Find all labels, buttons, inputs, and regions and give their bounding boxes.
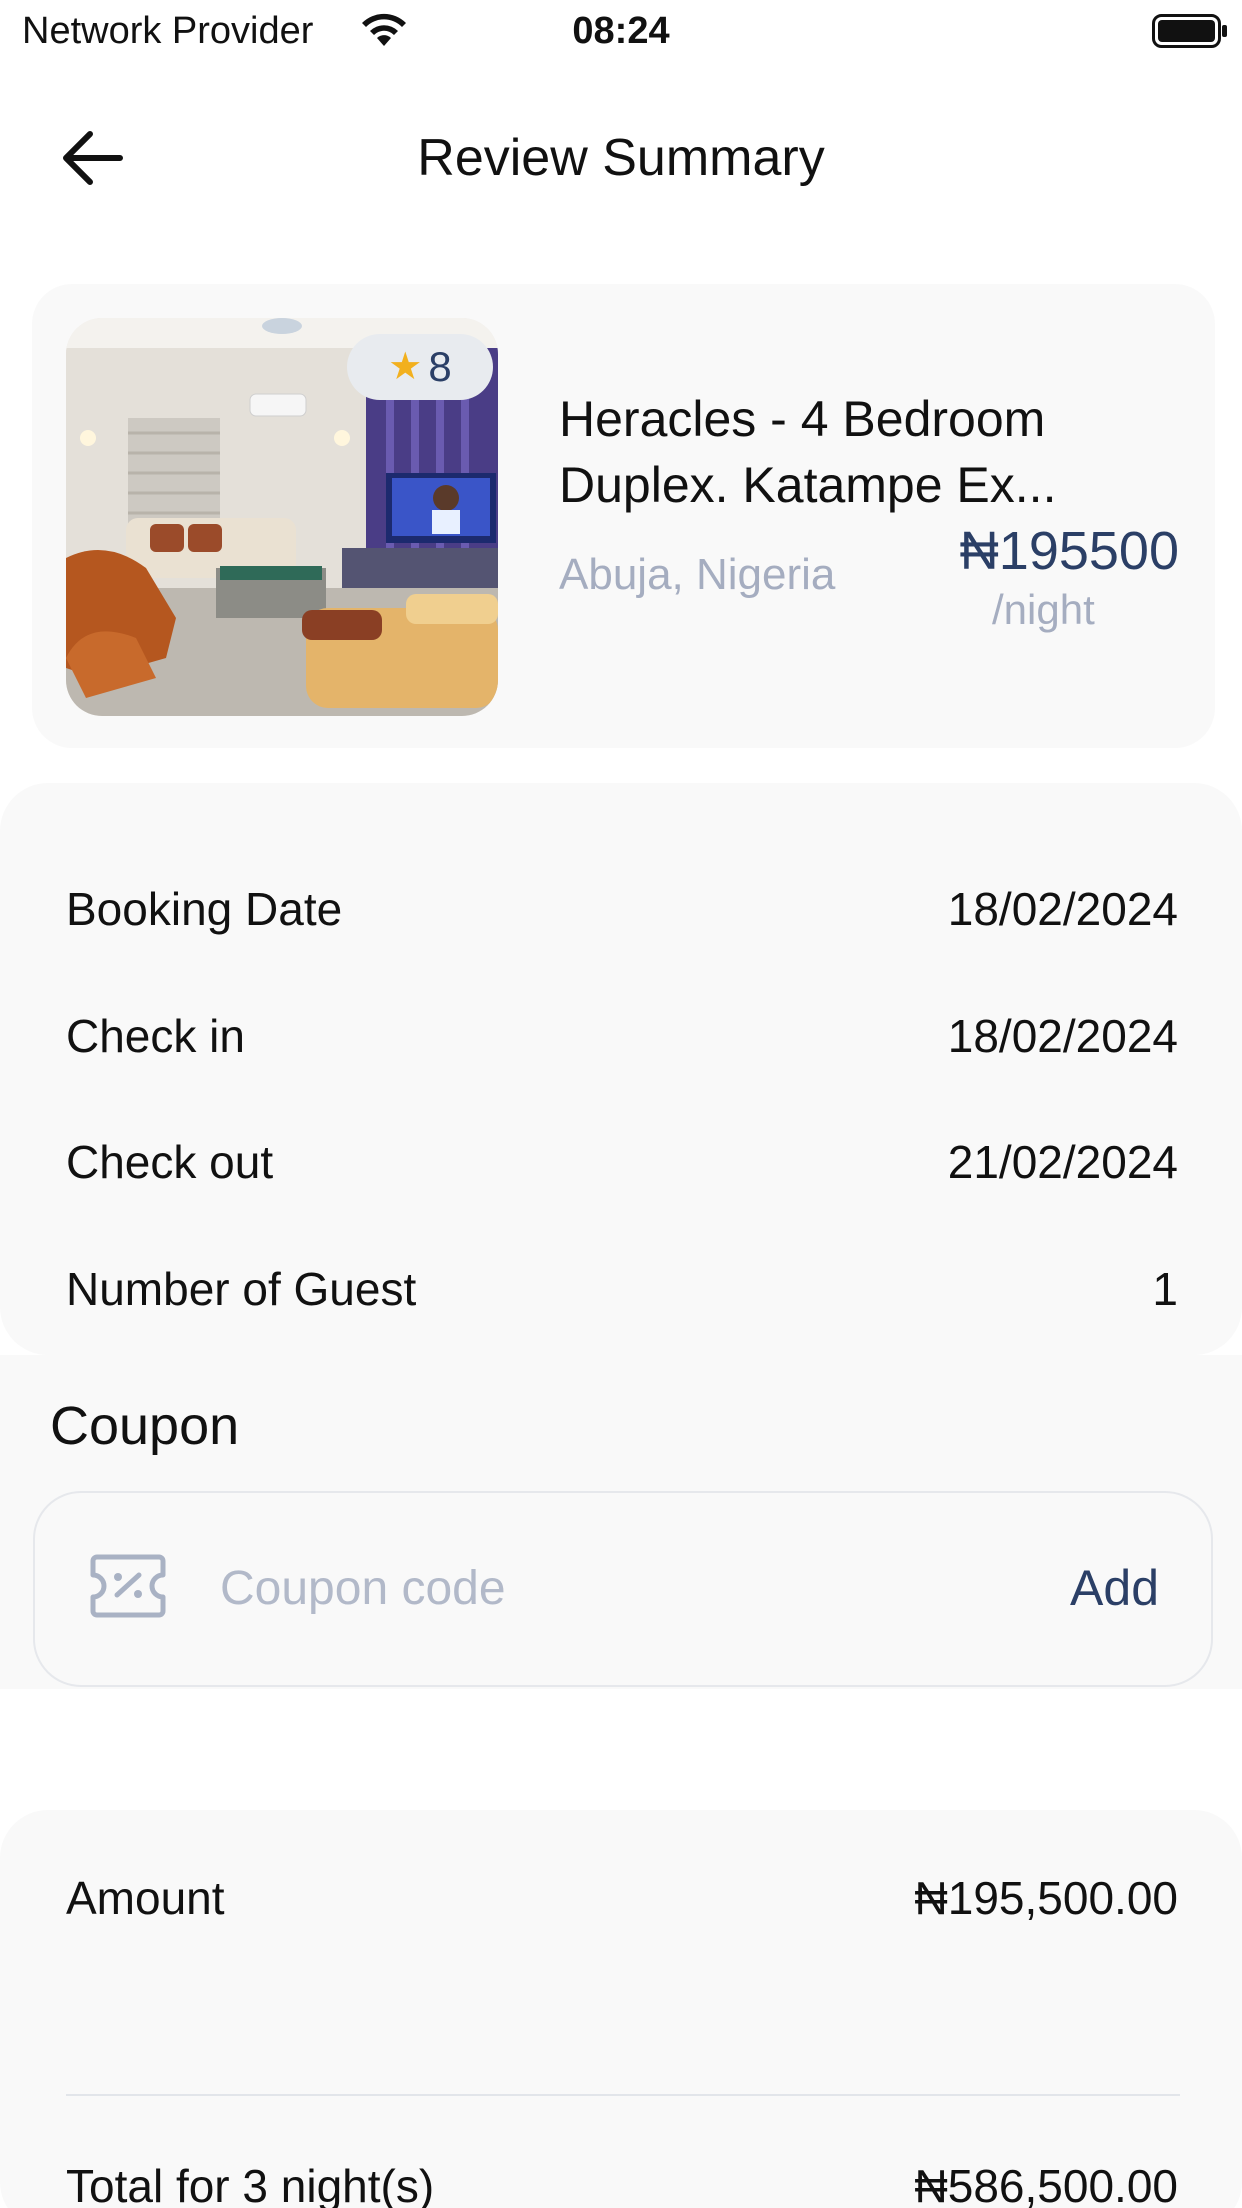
detail-value: 21/02/2024 — [947, 1136, 1178, 1188]
listing-photo: ★ 8 — [66, 318, 498, 716]
booking-details-card: Booking Date 18/02/2024 Check in 18/02/2… — [0, 783, 1242, 1355]
listing-price: ₦195500 — [959, 521, 1179, 581]
rating-badge: ★ 8 — [347, 334, 493, 400]
page-title: Review Summary — [417, 129, 825, 187]
listing-location: Abuja, Nigeria — [559, 550, 836, 599]
total-row: Total for 3 night(s) ₦586,500.00 — [66, 2154, 1178, 2208]
price-summary-card: Amount ₦195,500.00 Total for 3 night(s) … — [0, 1810, 1242, 2208]
coupon-ticket-icon — [90, 1554, 166, 1618]
status-bar: Network Provider 08:24 — [0, 0, 1242, 64]
summary-divider — [66, 2094, 1180, 2096]
listing-card[interactable]: ★ 8 Heracles - 4 Bedroom Duplex. Katampe… — [32, 284, 1215, 748]
star-icon: ★ — [388, 346, 423, 388]
coupon-field[interactable]: Add — [33, 1491, 1213, 1687]
add-coupon-button[interactable]: Add — [1070, 1559, 1159, 1617]
amount-row: Amount ₦195,500.00 — [66, 1866, 1178, 1930]
amount-label: Amount — [66, 1872, 225, 1924]
battery-icon — [1152, 14, 1227, 48]
detail-value: 18/02/2024 — [947, 1010, 1178, 1062]
status-time: 08:24 — [572, 10, 670, 52]
coupon-section: Coupon Add — [0, 1355, 1242, 1689]
total-label: Total for 3 night(s) — [66, 2160, 435, 2208]
listing-title: Heracles - 4 Bedroom Duplex. Katampe Ex.… — [559, 391, 1057, 513]
amount-value: ₦195,500.00 — [914, 1872, 1178, 1924]
detail-label: Check in — [66, 1010, 245, 1062]
price-unit: /night — [992, 586, 1095, 633]
booking-date-row: Booking Date 18/02/2024 — [66, 879, 1178, 939]
guest-count-row: Number of Guest 1 — [66, 1259, 1178, 1319]
detail-value: 1 — [1152, 1263, 1178, 1315]
check-in-row: Check in 18/02/2024 — [66, 1006, 1178, 1066]
detail-label: Booking Date — [66, 883, 343, 935]
coupon-heading: Coupon — [50, 1396, 240, 1456]
coupon-input[interactable] — [220, 1551, 840, 1625]
detail-value: 18/02/2024 — [947, 883, 1178, 935]
total-value: ₦586,500.00 — [914, 2160, 1178, 2208]
detail-label: Number of Guest — [66, 1263, 417, 1315]
rating-value: 8 — [428, 343, 452, 390]
detail-label: Check out — [66, 1136, 274, 1188]
check-out-row: Check out 21/02/2024 — [66, 1132, 1178, 1192]
